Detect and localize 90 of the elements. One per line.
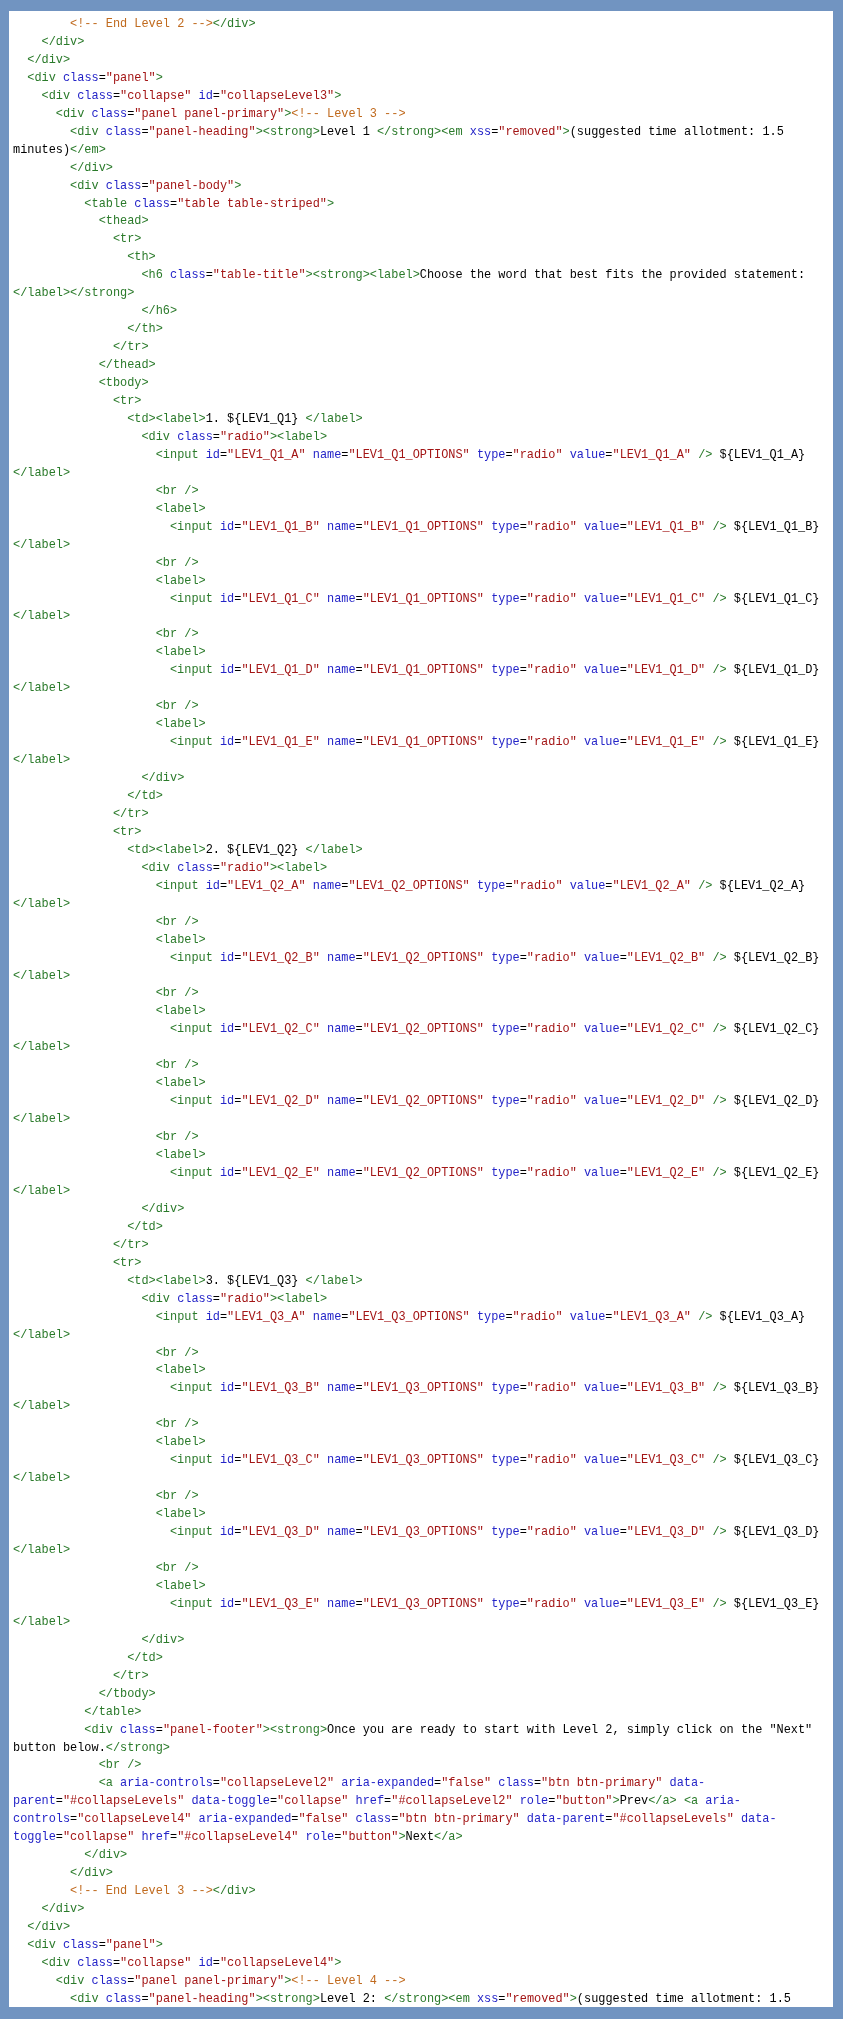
code-line: <br />	[97, 1757, 143, 1775]
code-line: <br />	[154, 626, 200, 644]
code-line: <br />	[154, 554, 200, 572]
code-line: </td>	[126, 1649, 164, 1667]
code-line: <br />	[154, 1559, 200, 1577]
code-line: <br />	[154, 482, 200, 500]
code-line: <tr>	[111, 1254, 143, 1272]
code-line: <div class="collapse" id="collapseLevel3">	[40, 87, 343, 105]
code-line: <div class="collapse" id="collapseLevel4">	[40, 1954, 343, 1972]
code-line: <input id="LEV1_Q2_E" name="LEV1_Q2_OPTIONS" type="radio" value="LEV1_Q2_E" /> ${LEV1_Q2_E} </label>	[13, 1165, 821, 1200]
code-line: <input id="LEV1_Q2_B" name="LEV1_Q2_OPTIONS" type="radio" value="LEV1_Q2_B" /> ${LEV1_Q2_B} </label>	[13, 949, 821, 985]
code-line: <label>	[154, 500, 207, 518]
code-line: <div class="panel-body">	[69, 177, 243, 195]
code-line: </div>	[140, 1200, 186, 1218]
code-line: <td><label>2. ${LEV1_Q2} </label>	[126, 841, 364, 859]
code-line: <tr>	[111, 231, 143, 249]
code-line: <br />	[154, 1129, 200, 1147]
code-line: <label>	[154, 931, 207, 949]
code-line: <div class="panel-footer"><strong>Once you are ready to start with Level 2, simply click on the "Next" button below.</strong>	[13, 1721, 814, 1757]
code-line: <div class="radio"><label>	[140, 428, 329, 446]
code-line: </tr>	[111, 1667, 150, 1685]
code-line: </tr>	[111, 339, 150, 357]
code-line: </h6>	[140, 303, 179, 321]
code-line: <div class="radio"><label>	[140, 859, 329, 877]
code-line: <tbody>	[97, 375, 150, 393]
code-line: <td><label>3. ${LEV1_Q3} </label>	[126, 1272, 364, 1290]
code-line: <th>	[126, 249, 157, 267]
code-line: <tr>	[111, 393, 143, 410]
code-line: </tr>	[111, 1236, 150, 1254]
code-line: <input id="LEV1_Q1_D" name="LEV1_Q1_OPTIONS" type="radio" value="LEV1_Q1_D" /> ${LEV1_Q1_D} </label>	[13, 662, 821, 698]
code-line: <input id="LEV1_Q2_C" name="LEV1_Q2_OPTIONS" type="radio" value="LEV1_Q2_C" /> ${LEV1_Q2_C} </label>	[13, 1021, 821, 1057]
code-line: </tr>	[111, 805, 150, 823]
code-line: <input id="LEV1_Q3_B" name="LEV1_Q3_OPTIONS" type="radio" value="LEV1_Q3_B" /> ${LEV1_Q3_B} </label>	[13, 1380, 821, 1416]
code-line: </table>	[83, 1703, 143, 1721]
code-line: <label>	[154, 716, 207, 734]
code-line: </thead>	[97, 357, 157, 375]
code-line: </th>	[126, 321, 164, 339]
code-line: <div class="radio"><label>	[140, 1290, 329, 1308]
code-line: <label>	[154, 1003, 207, 1021]
code-line: <label>	[154, 1577, 207, 1595]
code-line: <br />	[154, 1416, 200, 1434]
code-line: <input id="LEV1_Q3_A" name="LEV1_Q3_OPTIONS" type="radio" value="LEV1_Q3_A" /> ${LEV1_Q3_A} </label>	[13, 1308, 807, 1344]
code-line: <table class="table table-striped">	[83, 195, 336, 213]
code-line: </div>	[69, 159, 114, 177]
code-line: <td><label>1. ${LEV1_Q1} </label>	[126, 410, 364, 428]
code-line: </td>	[126, 1218, 164, 1236]
code-line: <h6 class="table-title"><strong><label>Choose the word that best fits the provided statement: </label></strong>	[13, 267, 807, 303]
code-line: <label>	[154, 1147, 207, 1165]
code-line: <div class="panel">	[26, 69, 164, 87]
code-line: </div>	[69, 1865, 114, 1883]
code-line: <br />	[154, 985, 200, 1003]
code-line: <input id="LEV1_Q3_E" name="LEV1_Q3_OPTIONS" type="radio" value="LEV1_Q3_E" /> ${LEV1_Q3_E} </label>	[13, 1595, 821, 1631]
code-line: <!-- End Level 2 --></div>	[69, 16, 257, 33]
code-line: <br />	[154, 913, 200, 931]
code-line: <label>	[154, 572, 207, 590]
code-line: <div class="panel panel-primary"><!-- Level 4 -->	[54, 1972, 407, 1990]
code-line: <label>	[154, 1434, 207, 1452]
code-line: </div>	[26, 51, 72, 69]
code-line: <a aria-controls="collapseLevel2" aria-expanded="false" class="btn btn-primary" data-parent="#collapseLevels" data-toggle="collapse" href="#collapseLevel2" role="button">Prev</a> <a aria-controls="collapseLevel4" aria-expanded="false" class="btn btn-primary" data-parent="#collapseLevels" data-toggle="collapse" href="#collapseLevel4" role="button">Next</a>	[13, 1775, 778, 1847]
code-line: </div>	[26, 1919, 72, 1937]
code-line: <input id="LEV1_Q1_E" name="LEV1_Q1_OPTIONS" type="radio" value="LEV1_Q1_E" /> ${LEV1_Q1_E} </label>	[13, 734, 821, 770]
code-line: <label>	[154, 1075, 207, 1093]
code-line: <div class="panel-heading"><strong>Level 1 </strong><em xss="removed">(suggested time allotment: 1.5 minutes)</em>	[13, 123, 785, 159]
code-line: <br />	[154, 1344, 200, 1362]
code-line: <br />	[154, 1488, 200, 1506]
code-line: </td>	[126, 788, 164, 805]
code-line: <input id="LEV1_Q1_C" name="LEV1_Q1_OPTIONS" type="radio" value="LEV1_Q1_C" /> ${LEV1_Q1_C} </label>	[13, 590, 821, 626]
code-line: </div>	[140, 770, 186, 788]
code-line: </div>	[40, 33, 86, 51]
code-line: <input id="LEV1_Q2_A" name="LEV1_Q2_OPTIONS" type="radio" value="LEV1_Q2_A" /> ${LEV1_Q2_A} </label>	[13, 877, 807, 913]
code-line: <input id="LEV1_Q2_D" name="LEV1_Q2_OPTIONS" type="radio" value="LEV1_Q2_D" /> ${LEV1_Q2_D} </label>	[13, 1093, 821, 1129]
code-line: <input id="LEV1_Q3_C" name="LEV1_Q3_OPTIONS" type="radio" value="LEV1_Q3_C" /> ${LEV1_Q3_C} </label>	[13, 1452, 821, 1488]
code-line: <tr>	[111, 823, 143, 841]
code-line: <br />	[154, 698, 200, 716]
code-line: <div class="panel-heading"><strong>Level 2: </strong><em xss="removed">(suggested time allotment: 1.5	[69, 1990, 792, 2007]
code-line: <div class="panel">	[26, 1937, 164, 1954]
code-line: <thead>	[97, 213, 150, 231]
code-line: <!-- End Level 3 --></div>	[69, 1883, 257, 1901]
code-line: <input id="LEV1_Q1_B" name="LEV1_Q1_OPTIONS" type="radio" value="LEV1_Q1_B" /> ${LEV1_Q1_B} </label>	[13, 518, 821, 554]
code-line: <br />	[154, 1057, 200, 1075]
code-line: </div>	[140, 1631, 186, 1649]
code-line: <label>	[154, 1506, 207, 1524]
code-line: <input id="LEV1_Q3_D" name="LEV1_Q3_OPTIONS" type="radio" value="LEV1_Q3_D" /> ${LEV1_Q3_D} </label>	[13, 1524, 821, 1559]
code-line: </div>	[83, 1847, 129, 1865]
code-line: </tbody>	[97, 1685, 157, 1703]
code-line: <input id="LEV1_Q1_A" name="LEV1_Q1_OPTIONS" type="radio" value="LEV1_Q1_A" /> ${LEV1_Q1_A} </label>	[13, 446, 807, 482]
code-line: </div>	[40, 1901, 86, 1919]
code-line: <div class="panel panel-primary"><!-- Level 3 -->	[54, 105, 407, 123]
code-line: <label>	[154, 644, 207, 662]
code-line: <label>	[154, 1362, 207, 1380]
